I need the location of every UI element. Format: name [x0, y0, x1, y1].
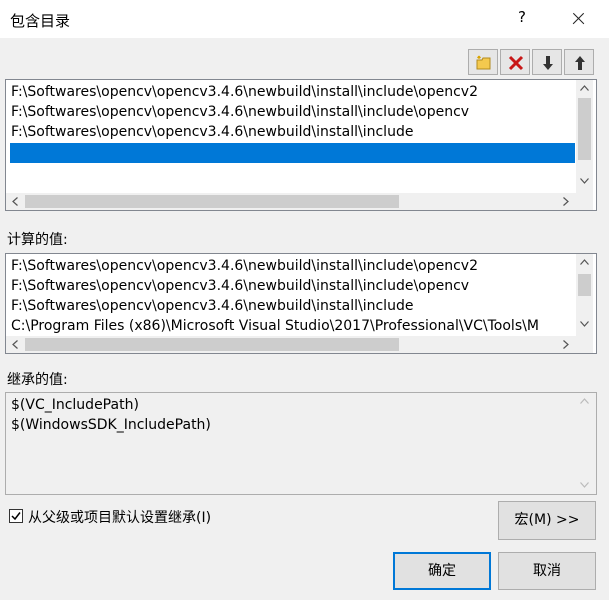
vertical-scrollbar	[576, 393, 593, 494]
new-line-button[interactable]	[468, 49, 498, 75]
scroll-up-arrow	[576, 393, 593, 410]
list-item[interactable]: C:\Program Files (x86)\Microsoft Visual …	[11, 316, 576, 336]
move-down-button[interactable]	[532, 49, 562, 75]
title-bar: 包含目录 ?	[0, 0, 609, 38]
horizontal-scrollbar[interactable]	[6, 336, 576, 353]
scroll-thumb[interactable]	[578, 274, 591, 296]
scroll-thumb[interactable]	[25, 338, 399, 351]
list-item[interactable]: F:\Softwares\opencv\opencv3.4.6\newbuild…	[11, 296, 413, 316]
list-item[interactable]: F:\Softwares\opencv\opencv3.4.6\newbuild…	[11, 82, 478, 102]
macro-button[interactable]: 宏(M) >>	[498, 501, 596, 540]
list-item[interactable]: F:\Softwares\opencv\opencv3.4.6\newbuild…	[11, 256, 478, 276]
delete-button[interactable]	[500, 49, 530, 75]
list-item[interactable]: F:\Softwares\opencv\opencv3.4.6\newbuild…	[11, 276, 469, 296]
arrow-up-icon	[575, 56, 585, 70]
scroll-right-arrow[interactable]	[557, 193, 574, 210]
new-folder-icon	[476, 55, 491, 70]
inherited-values-box[interactable]: $(VC_IncludePath) $(WindowsSDK_IncludePa…	[5, 392, 597, 495]
list-item: $(VC_IncludePath)	[11, 397, 139, 413]
inherit-checkbox-label[interactable]: 从父级或项目默认设置继承(I)	[28, 507, 211, 527]
close-button[interactable]	[562, 3, 594, 35]
horizontal-scrollbar[interactable]	[6, 193, 576, 210]
scroll-up-arrow[interactable]	[576, 80, 593, 97]
list-item[interactable]: F:\Softwares\opencv\opencv3.4.6\newbuild…	[11, 102, 469, 122]
directory-edit-list[interactable]: F:\Softwares\opencv\opencv3.4.6\newbuild…	[5, 79, 597, 211]
help-button[interactable]: ?	[510, 8, 534, 30]
arrow-down-icon	[543, 56, 553, 70]
scroll-left-arrow[interactable]	[6, 336, 23, 353]
vertical-scrollbar[interactable]	[576, 254, 593, 336]
checkmark-icon	[11, 512, 21, 521]
inherit-checkbox[interactable]	[9, 509, 23, 523]
scroll-thumb[interactable]	[25, 195, 399, 208]
scroll-up-arrow[interactable]	[576, 254, 593, 271]
scroll-down-arrow[interactable]	[576, 173, 593, 190]
scroll-right-arrow[interactable]	[557, 336, 574, 353]
ok-button[interactable]: 确定	[393, 552, 491, 590]
computed-values-list[interactable]: F:\Softwares\opencv\opencv3.4.6\newbuild…	[5, 253, 597, 354]
scroll-corner	[576, 193, 593, 210]
scroll-corner	[576, 336, 593, 353]
scroll-left-arrow[interactable]	[6, 193, 23, 210]
move-up-button[interactable]	[564, 49, 594, 75]
scroll-down-arrow	[576, 477, 593, 494]
list-item-selected[interactable]	[10, 143, 575, 163]
delete-x-icon	[508, 55, 524, 71]
list-item: $(WindowsSDK_IncludePath)	[11, 417, 211, 433]
computed-values-label: 计算的值:	[7, 232, 68, 248]
inherited-values-label: 继承的值:	[7, 372, 68, 388]
scroll-thumb[interactable]	[578, 98, 591, 160]
window-title: 包含目录	[10, 12, 71, 30]
scroll-down-arrow[interactable]	[576, 316, 593, 333]
list-item[interactable]: F:\Softwares\opencv\opencv3.4.6\newbuild…	[11, 122, 413, 142]
cancel-button[interactable]: 取消	[498, 552, 596, 590]
vertical-scrollbar[interactable]	[576, 80, 593, 193]
